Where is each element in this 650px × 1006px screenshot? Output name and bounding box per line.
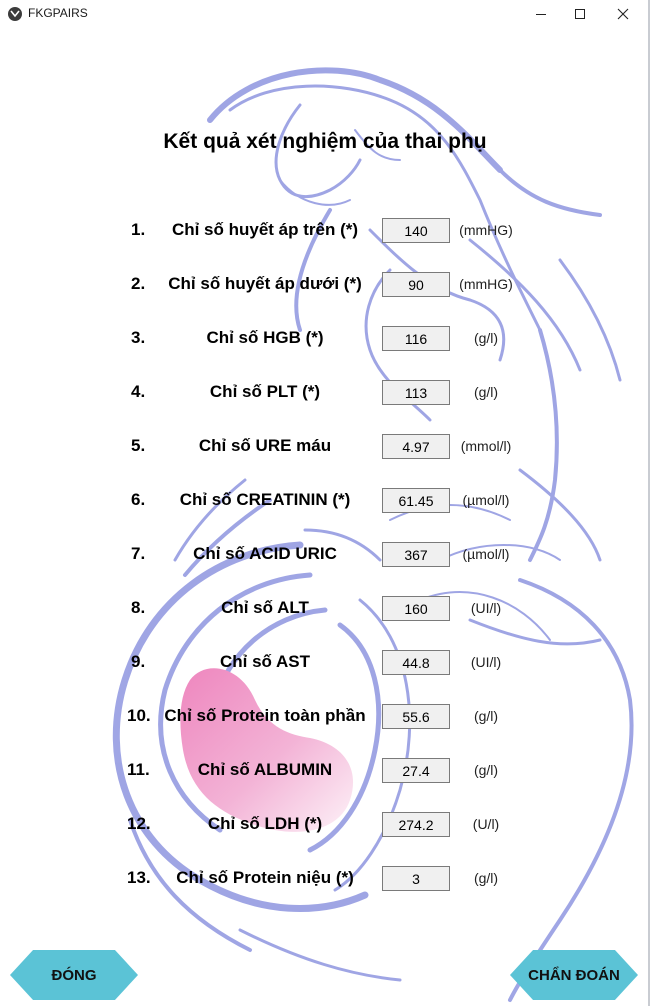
row-unit: (µmol/l) <box>462 546 510 562</box>
row-label: Chỉ số CREATININ (*) <box>179 490 351 509</box>
row-label: Chỉ số ALBUMIN <box>197 760 333 779</box>
row-unit: (g/l) <box>473 330 499 346</box>
row-unit: (mmHG) <box>459 276 513 292</box>
row-unit: (UI/l) <box>470 654 502 670</box>
row-value-input[interactable] <box>382 866 450 891</box>
maximize-icon <box>575 9 585 19</box>
row-unit: (g/l) <box>473 762 499 778</box>
row-value-input[interactable] <box>382 434 450 459</box>
row-value-input[interactable] <box>382 272 450 297</box>
row-label: Chỉ số LDH (*) <box>207 814 323 833</box>
row-value-input[interactable] <box>382 812 450 837</box>
row-label: Chỉ số Protein niệu (*) <box>176 868 354 887</box>
page-title: Kết quả xét nghiệm của thai phụ <box>163 130 487 153</box>
row-value-input[interactable] <box>382 326 450 351</box>
window-title: FKGPAIRS <box>28 6 88 20</box>
row-label: Chỉ số PLT (*) <box>209 382 321 401</box>
row-unit: (mmHG) <box>459 222 513 238</box>
row-value-input[interactable] <box>382 542 450 567</box>
row-unit: (U/l) <box>472 816 500 832</box>
row-value-input[interactable] <box>382 596 450 621</box>
row-unit: (g/l) <box>473 708 499 724</box>
row-value-input[interactable] <box>382 704 450 729</box>
title-bar: FKGPAIRS <box>0 0 650 28</box>
row-label: Chỉ số ACID URIC <box>193 544 337 563</box>
row-unit: (UI/l) <box>470 600 502 616</box>
pregnant-woman-illustration <box>112 67 634 1002</box>
diagnose-button[interactable]: CHẨN ĐOÁN <box>510 950 638 1000</box>
app-logo-icon <box>8 7 22 21</box>
row-value-input[interactable] <box>382 650 450 675</box>
row-unit: (mmol/l) <box>460 438 512 454</box>
close-button[interactable]: ĐÓNG <box>10 950 138 1000</box>
minimize-icon <box>536 14 546 15</box>
row-label: Chỉ số HGB (*) <box>206 328 324 347</box>
row-value-input[interactable] <box>382 380 450 405</box>
row-value-input[interactable] <box>382 218 450 243</box>
row-label: Chỉ số ALT <box>221 598 309 617</box>
row-value-input[interactable] <box>382 488 450 513</box>
close-icon <box>617 8 629 20</box>
row-unit: (g/l) <box>473 870 499 886</box>
row-label: Chỉ số AST <box>219 652 311 671</box>
row-label: Chỉ số Protein toàn phần <box>164 706 366 725</box>
row-unit: (µmol/l) <box>462 492 510 508</box>
row-label: Chỉ số huyết áp trên (*) <box>171 220 359 239</box>
maximize-button[interactable] <box>557 0 603 28</box>
close-window-button[interactable] <box>600 0 646 28</box>
row-label: Chỉ số URE máu <box>198 436 332 455</box>
row-value-input[interactable] <box>382 758 450 783</box>
row-label: Chỉ số huyết áp dưới (*) <box>168 274 362 293</box>
row-unit: (g/l) <box>473 384 499 400</box>
